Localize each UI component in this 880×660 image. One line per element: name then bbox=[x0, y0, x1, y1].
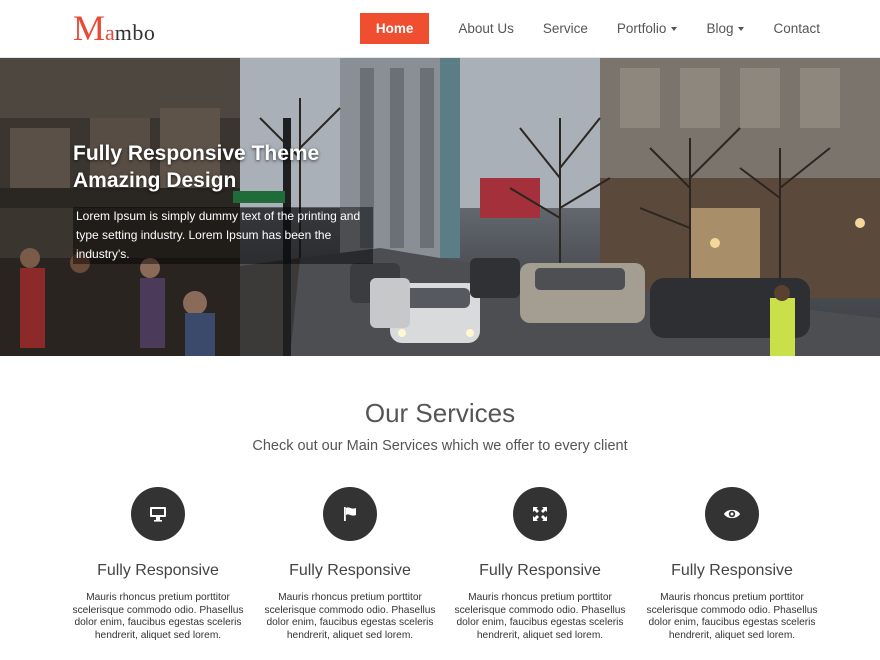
hero-text-block: Fully Responsive Theme Amazing Design Lo… bbox=[73, 140, 373, 264]
service-description: Mauris rhoncus pretium porttitor sceleri… bbox=[72, 592, 244, 641]
hero-title-line2: Amazing Design bbox=[73, 169, 237, 192]
service-card: Fully Responsive Mauris rhoncus pretium … bbox=[642, 487, 822, 642]
services-heading: Our Services bbox=[364, 398, 516, 428]
service-title: Fully Responsive bbox=[479, 562, 601, 579]
nav-portfolio-label: Portfolio bbox=[616, 21, 667, 36]
caret-down-icon bbox=[671, 26, 678, 31]
eye-icon[interactable] bbox=[705, 487, 759, 541]
service-description: Mauris rhoncus pretium porttitor sceleri… bbox=[264, 592, 436, 641]
service-description: Mauris rhoncus pretium porttitor sceleri… bbox=[646, 592, 818, 641]
nav-home[interactable]: Home bbox=[359, 13, 430, 44]
service-title: Fully Responsive bbox=[97, 562, 219, 579]
site-header: Mambo Home About Us Service Portfolio Bl… bbox=[0, 0, 880, 58]
nav-portfolio[interactable]: Portfolio bbox=[617, 21, 678, 36]
nav-contact-label: Contact bbox=[773, 21, 820, 36]
service-title: Fully Responsive bbox=[289, 562, 411, 579]
service-title: Fully Responsive bbox=[671, 562, 793, 579]
desktop-icon[interactable] bbox=[131, 487, 185, 541]
nav-about-us[interactable]: About Us bbox=[458, 21, 514, 36]
service-card: Fully Responsive Mauris rhoncus pretium … bbox=[260, 487, 440, 642]
hero-banner: Fully Responsive Theme Amazing Design Lo… bbox=[0, 58, 880, 356]
expand-icon[interactable] bbox=[513, 487, 567, 541]
nav-blog-label: Blog bbox=[706, 21, 734, 36]
service-card: Fully Responsive Mauris rhoncus pretium … bbox=[68, 487, 248, 642]
caret-down-icon bbox=[738, 26, 745, 31]
hero-title-line1: Fully Responsive Theme bbox=[73, 142, 320, 165]
nav-about-us-label: About Us bbox=[458, 21, 514, 36]
main-nav: Home About Us Service Portfolio Blog Con… bbox=[359, 13, 820, 44]
logo-accent-letter: a bbox=[105, 20, 115, 45]
service-card: Fully Responsive Mauris rhoncus pretium … bbox=[450, 487, 630, 642]
site-logo[interactable]: Mambo bbox=[73, 10, 155, 46]
nav-home-label: Home bbox=[375, 21, 414, 36]
logo-initial: M bbox=[73, 8, 106, 48]
nav-service[interactable]: Service bbox=[543, 21, 588, 36]
services-subheading: Check out our Main Services which we off… bbox=[252, 438, 628, 454]
service-description: Mauris rhoncus pretium porttitor sceleri… bbox=[454, 592, 626, 641]
nav-blog[interactable]: Blog bbox=[706, 21, 745, 36]
flag-icon[interactable] bbox=[323, 487, 377, 541]
nav-contact[interactable]: Contact bbox=[773, 21, 820, 36]
logo-rest: mbo bbox=[114, 20, 156, 45]
nav-service-label: Service bbox=[542, 21, 588, 36]
hero-description: Lorem Ipsum is simply dummy text of the … bbox=[73, 207, 373, 264]
